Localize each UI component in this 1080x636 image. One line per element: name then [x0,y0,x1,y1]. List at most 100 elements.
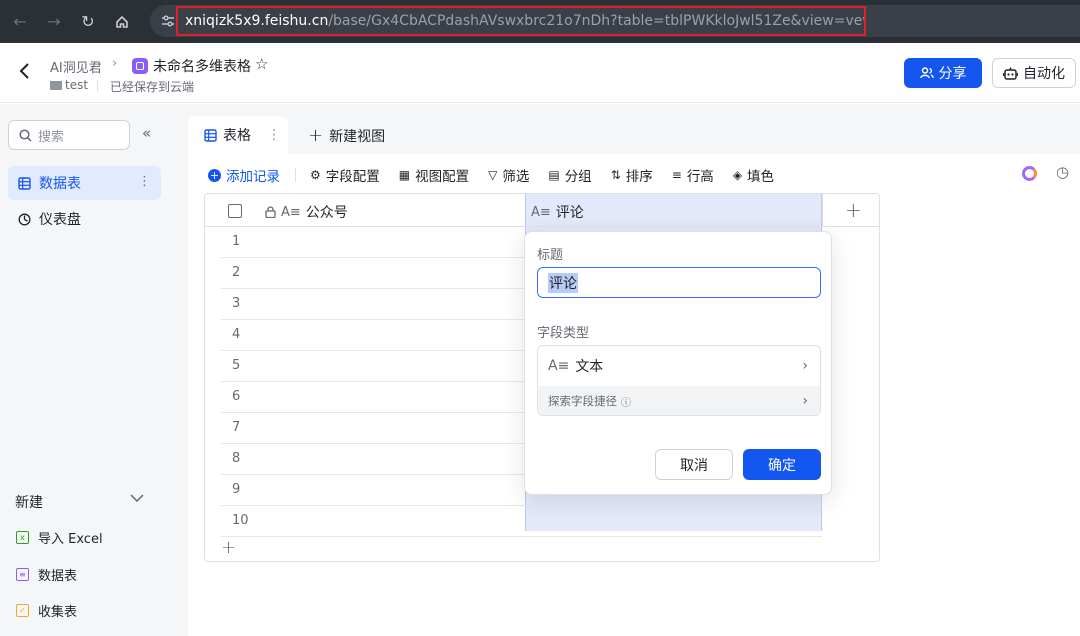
divider [97,80,98,92]
back-arrow-icon[interactable]: ← [6,8,34,36]
robot-icon [1003,67,1018,80]
sidebar-item-label: 数据表 [39,176,81,192]
ai-assistant-icon[interactable] [1022,166,1037,181]
row-number: 7 [232,420,241,435]
import-excel-item[interactable]: x 导入 Excel [16,528,103,547]
field-title-value: 评论 [548,272,578,293]
view-settings-icon: ▦ [398,168,411,182]
text-field-icon: A≡ [531,204,551,220]
collapse-sidebar-icon[interactable]: « [142,124,151,142]
back-chevron-icon[interactable] [18,61,38,85]
chevron-right-icon: › [802,393,808,409]
row-number: 9 [232,482,241,497]
filter-button[interactable]: ▽ 筛选 [488,165,529,185]
column-header-account[interactable]: A≡ 公众号 [265,202,348,222]
share-label: 分享 [938,66,967,82]
row-number: 6 [232,389,241,404]
url-text[interactable]: xniqizk5x9.feishu.cn/base/Gx4CbACPdashAV… [176,6,866,36]
filter-label: 筛选 [502,169,530,185]
text-field-icon: A≡ [281,204,301,220]
row-number: 5 [232,358,241,373]
group-button[interactable]: ▤ 分组 [548,165,591,185]
group-icon: ▤ [548,168,560,182]
paint-bucket-icon: ◈ [732,168,743,182]
sort-label: 排序 [625,169,653,185]
new-item-label: 导入 Excel [38,532,103,547]
browser-toolbar: ← → ↻ xniqizk5x9.feishu.cn/base/Gx4CbACP… [0,0,1080,43]
breadcrumb-owner[interactable]: AI洞见君 [50,57,102,76]
row-number: 1 [232,234,241,249]
plus-icon: + [308,125,324,146]
gear-icon: ⚙ [310,168,321,182]
view-tabbar: 表格 ⋮ + 新建视图 [188,116,1080,154]
more-vertical-icon[interactable]: ⋮ [138,174,151,189]
group-label: 分组 [564,169,592,185]
chevron-down-icon[interactable] [130,490,144,506]
page-title[interactable]: 未命名多维表格 [153,56,251,76]
automation-button[interactable]: 自动化 [992,58,1076,88]
table-row[interactable]: 10 [221,506,822,537]
form-icon: ✓ [16,604,29,617]
column-header-comment[interactable]: A≡ 评论 [531,202,584,222]
field-type-value: 文本 [575,359,604,375]
new-view-label: 新建视图 [329,129,386,145]
shortcut-label: 探索字段捷径 [548,394,617,408]
row-height-button[interactable]: ≡ 行高 [672,165,714,185]
cancel-button[interactable]: 取消 [655,449,733,480]
dashboard-icon [18,213,31,225]
divider [295,168,296,182]
field-config-button[interactable]: ⚙ 字段配置 [310,165,380,185]
column-header-label: 公众号 [305,205,348,221]
confirm-button[interactable]: 确定 [743,449,821,480]
grid-header: A≡ 公众号 A≡ 评论 + [205,194,879,227]
select-all-checkbox[interactable] [228,204,242,218]
row-number: 8 [232,451,241,466]
new-section-title[interactable]: 新建 [15,492,43,512]
sidebar-item-data-table[interactable]: 数据表 ⋮ [8,166,161,200]
address-bar[interactable]: xniqizk5x9.feishu.cn/base/Gx4CbACPdashAV… [150,5,1080,37]
table-icon [18,176,31,190]
filter-icon: ▽ [488,168,498,182]
tab-grid-view[interactable]: 表格 ⋮ [188,116,288,154]
field-type-label: 字段类型 [537,326,590,341]
new-view-button[interactable]: + 新建视图 [308,126,385,146]
table-toolbar: + 添加记录 ⚙ 字段配置 ▦ 视图配置 ▽ 筛选 ▤ 分组 ⇅ 排序 ≡ 行高… [208,165,793,185]
tab-label: 表格 [223,128,251,144]
row-number: 2 [232,265,241,280]
forward-arrow-icon[interactable]: → [40,8,68,36]
field-title-input[interactable]: 评论 [537,267,821,298]
new-form-item[interactable]: ✓ 收集表 [16,601,77,620]
add-record-button[interactable]: + 添加记录 [208,165,280,185]
chevron-right-icon: › [802,358,808,374]
field-type-option[interactable]: A≡ 文本 › [538,346,820,386]
field-type-selector: A≡ 文本 › 探索字段捷径 ⓘ › [537,345,821,416]
share-button[interactable]: 分享 [904,58,982,88]
add-column-icon[interactable]: + [845,198,862,222]
sort-button[interactable]: ⇅ 排序 [611,165,653,185]
sidebar-item-dashboard[interactable]: 仪表盘 [8,202,161,236]
search-placeholder: 搜索 [38,129,65,145]
app-header: AI洞见君 › 未命名多维表格 ☆ test 已经保存到云端 分享 自动化 [0,43,1080,103]
chevron-right-icon: › [112,56,118,71]
view-config-button[interactable]: ▦ 视图配置 [399,165,469,185]
field-shortcut-option[interactable]: 探索字段捷径 ⓘ › [538,386,820,415]
plus-circle-icon: + [208,168,221,182]
table-icon: ≡ [16,568,29,581]
star-icon[interactable]: ☆ [255,55,268,73]
text-field-icon: A≡ [548,358,570,374]
fill-color-button[interactable]: ◈ 填色 [733,165,774,185]
view-config-label: 视图配置 [415,169,470,185]
add-record-label: 添加记录 [226,169,280,185]
home-icon[interactable] [108,8,136,36]
sidebar: 搜索 « 数据表 ⋮ 仪表盘 新建 x 导入 Excel ≡ 数据表 ✓ 收集表 [0,104,174,636]
automation-label: 自动化 [1023,66,1065,82]
reload-icon[interactable]: ↻ [74,8,102,36]
folder-label[interactable]: test [65,78,88,92]
search-input[interactable]: 搜索 [8,120,130,150]
save-status: 已经保存到云端 [110,80,195,94]
add-row-icon[interactable]: + [221,537,236,558]
url-path: /base/Gx4CbACPdashAVswxbrc21o7nDh?table=… [328,13,864,29]
more-vertical-icon[interactable]: ⋮ [267,127,281,143]
new-data-table-item[interactable]: ≡ 数据表 [16,565,77,584]
history-icon[interactable]: ◷ [1056,163,1069,181]
